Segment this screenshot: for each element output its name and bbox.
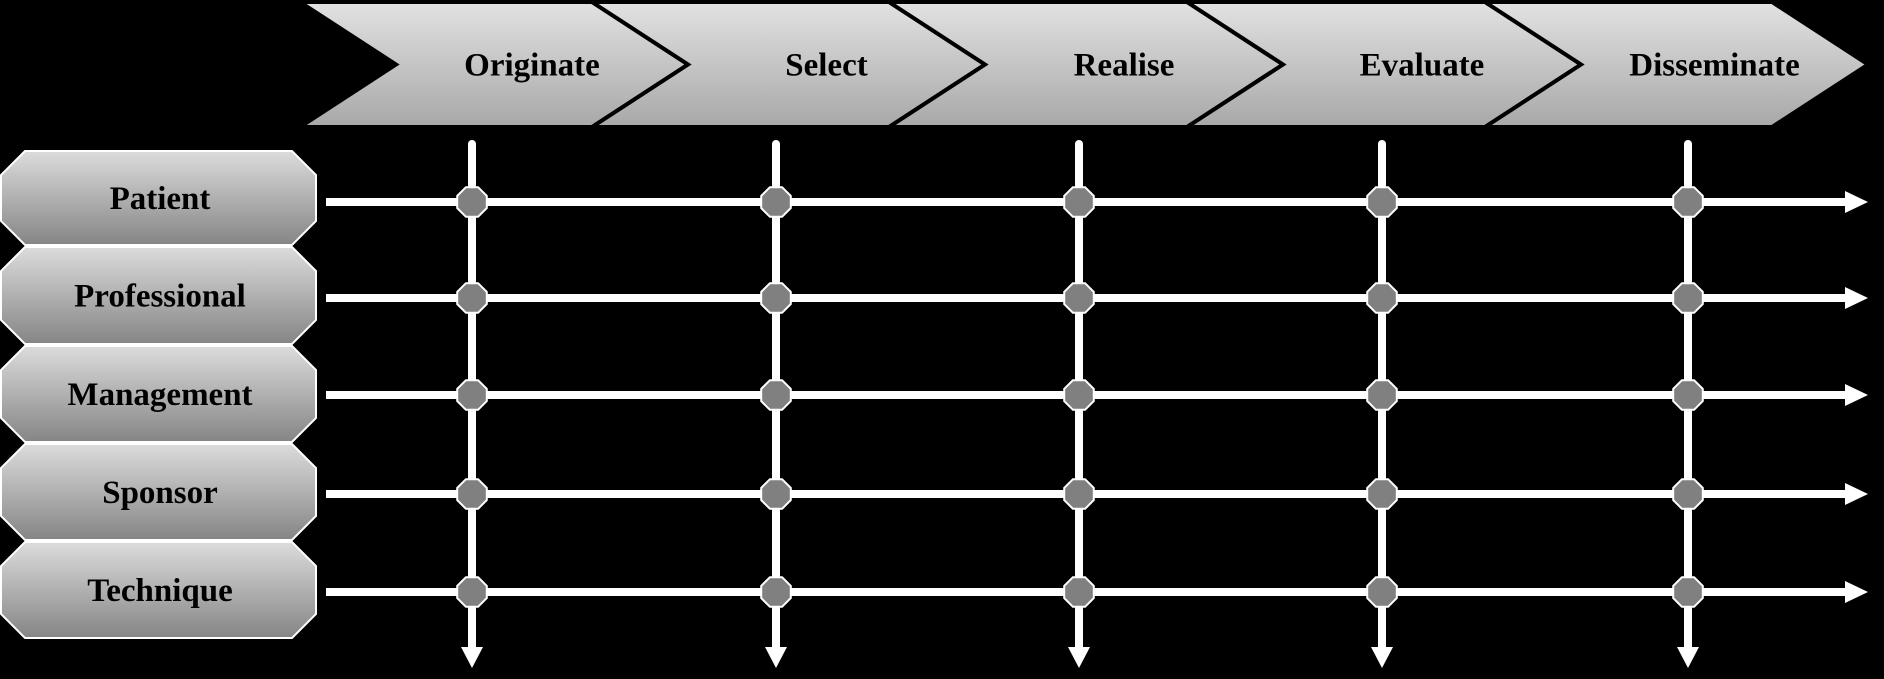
actor-labels: Patient Professional Management Sponsor Tech… [0,150,317,639]
actor-line-management [326,384,1868,406]
node-professional-originate [456,282,488,314]
stage-label: Select [785,48,867,84]
arrow-down-icon [1068,647,1090,668]
arrow-right-icon [1845,483,1868,505]
arrow-right-icon [1845,581,1868,603]
node-professional-realise [1063,282,1095,314]
node-patient-originate [456,186,488,218]
actor-lines [326,191,1868,603]
node-technique-evaluate [1366,576,1398,608]
arrow-down-icon [461,647,483,668]
actor-label: Professional [74,279,246,315]
stage-label: Realise [1074,48,1175,84]
node-sponsor-disseminate [1672,478,1704,510]
actor-label: Patient [110,181,211,217]
actor-line-technique [326,581,1868,603]
node-patient-select [760,186,792,218]
actor-label: Technique [87,573,233,609]
node-management-disseminate [1672,379,1704,411]
node-sponsor-originate [456,478,488,510]
node-management-originate [456,379,488,411]
node-management-evaluate [1366,379,1398,411]
arrow-down-icon [1677,647,1699,668]
actor-box-patient: Patient [0,150,317,246]
stage-label: Originate [464,48,600,84]
actor-box-sponsor: Sponsor [0,443,317,541]
node-patient-evaluate [1366,186,1398,218]
node-technique-select [760,576,792,608]
stage-chevrons: Originate Select Realise Evaluate Disseminat… [293,0,1872,129]
arrow-right-icon [1845,191,1868,213]
node-technique-disseminate [1672,576,1704,608]
actor-box-professional: Professional [0,246,317,345]
node-professional-disseminate [1672,282,1704,314]
node-management-select [760,379,792,411]
stage-label: Evaluate [1360,48,1485,84]
node-management-realise [1063,379,1095,411]
stage-label: Disseminate [1629,48,1799,84]
actor-box-management: Management [0,345,317,443]
node-professional-evaluate [1366,282,1398,314]
node-technique-originate [456,576,488,608]
actor-box-technique: Technique [0,541,317,639]
actor-line-professional [326,287,1868,309]
node-sponsor-realise [1063,478,1095,510]
arrow-down-icon [765,647,787,668]
node-sponsor-select [760,478,792,510]
node-patient-disseminate [1672,186,1704,218]
arrow-down-icon [1371,647,1393,668]
node-sponsor-evaluate [1366,478,1398,510]
actor-line-sponsor [326,483,1868,505]
node-technique-realise [1063,576,1095,608]
actor-line-patient [326,191,1868,213]
node-professional-select [760,282,792,314]
arrow-right-icon [1845,384,1868,406]
node-patient-realise [1063,186,1095,218]
arrow-right-icon [1845,287,1868,309]
process-matrix-diagram: Originate Select Realise Evaluate Disseminat… [0,0,1872,668]
actor-label: Sponsor [102,475,218,511]
actor-label: Management [67,377,252,413]
